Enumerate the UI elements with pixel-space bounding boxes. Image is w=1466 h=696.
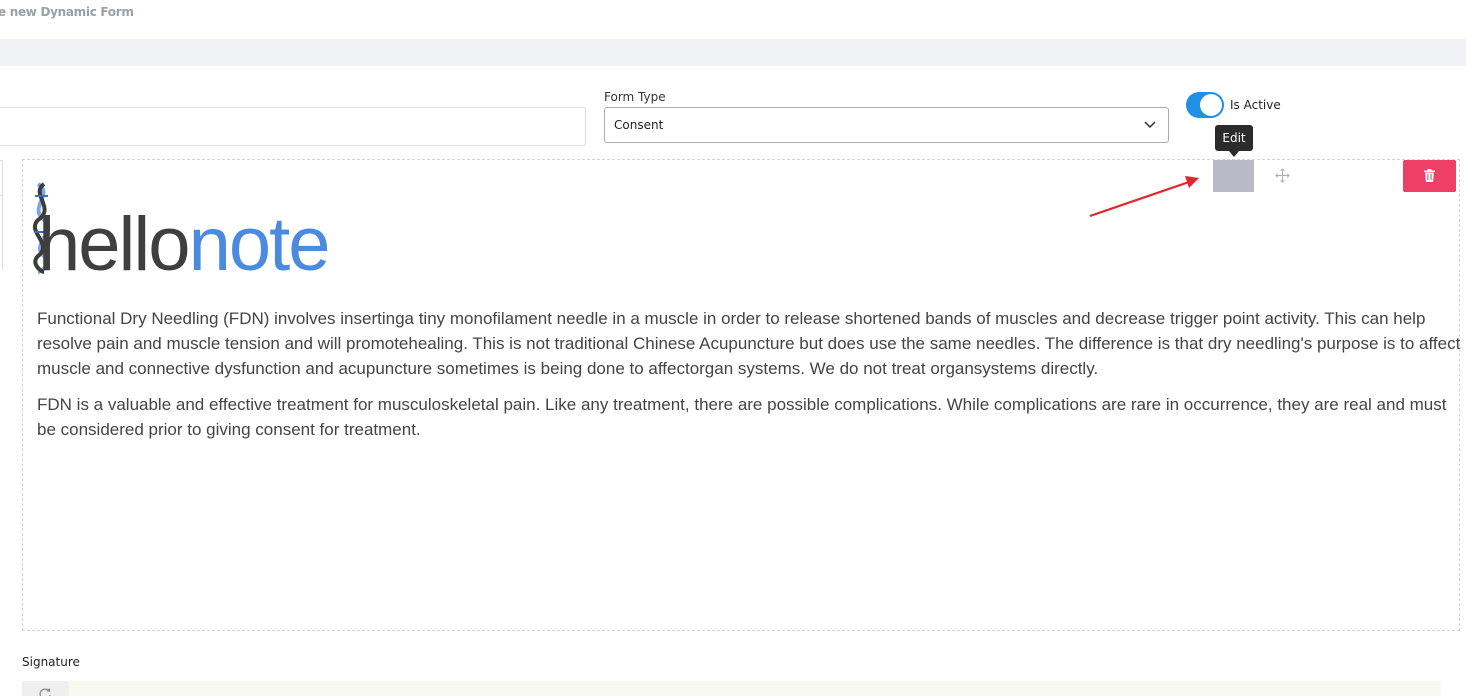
is-active-label: Is Active	[1230, 98, 1281, 112]
is-active-toggle[interactable]	[1186, 92, 1224, 118]
chevron-down-icon	[1144, 121, 1156, 129]
top-band	[0, 39, 1466, 66]
signature-clear-button[interactable]	[22, 681, 69, 696]
consent-paragraph-1: Functional Dry Needling (FDN) involves i…	[37, 309, 1461, 378]
form-type-select[interactable]: Consent	[604, 107, 1169, 143]
consent-paragraph-2: FDN is a valuable and effective treatmen…	[37, 395, 1447, 439]
hellonote-logo: hellonote	[33, 182, 331, 280]
logo-note: note	[189, 202, 329, 280]
logo-hello: hello	[38, 202, 189, 280]
svg-text:hellonote: hellonote	[38, 202, 329, 280]
form-type-value: Consent	[614, 118, 664, 132]
refresh-icon	[39, 688, 51, 696]
edit-button[interactable]	[1213, 160, 1254, 192]
signature-pad[interactable]	[22, 681, 1441, 696]
left-stub-divider	[0, 196, 3, 270]
trash-icon	[1424, 169, 1435, 182]
edit-tooltip: Edit	[1215, 125, 1253, 157]
toggle-knob	[1200, 94, 1222, 116]
annotation-arrow	[1089, 176, 1199, 218]
form-type-label: Form Type	[604, 90, 666, 104]
left-stub	[0, 160, 3, 196]
form-name-input[interactable]	[0, 107, 586, 146]
delete-button[interactable]	[1403, 160, 1456, 192]
signature-label: Signature	[22, 655, 80, 669]
move-icon[interactable]	[1275, 168, 1290, 183]
page-title: e new Dynamic Form	[0, 5, 134, 19]
